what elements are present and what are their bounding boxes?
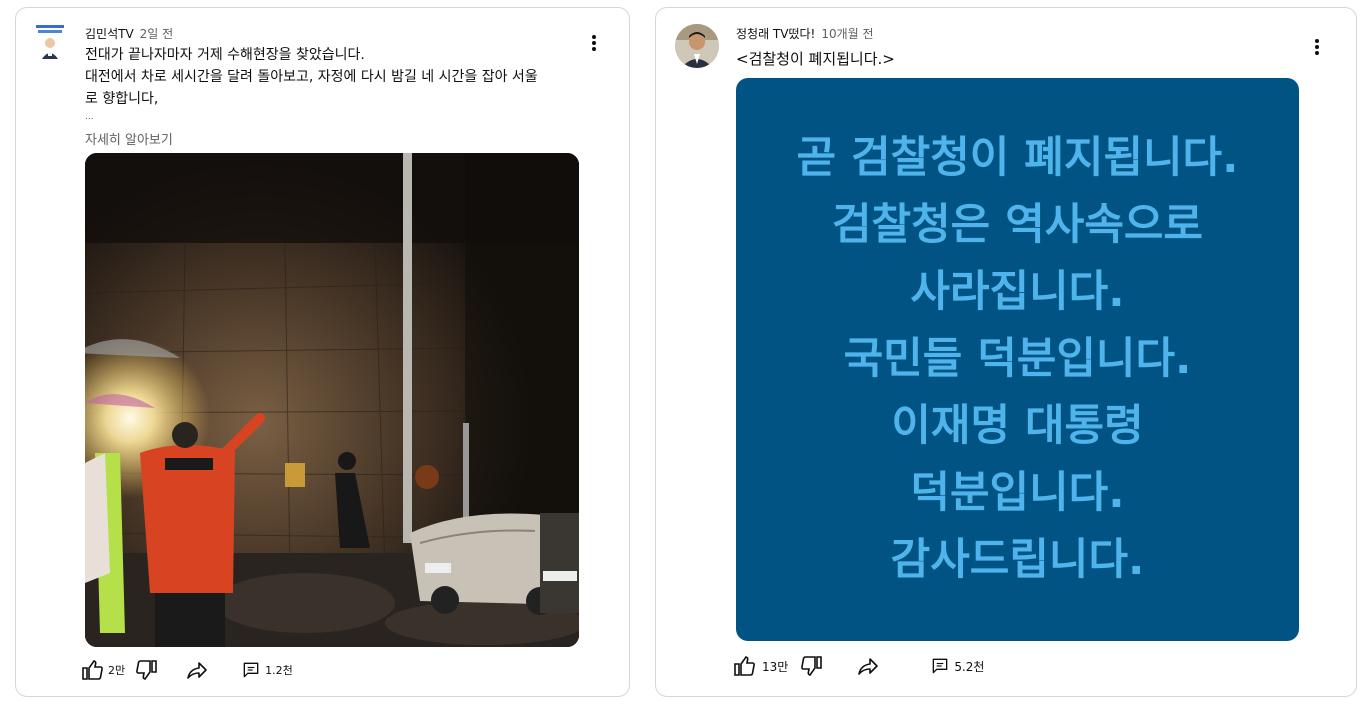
like-icon [734, 655, 755, 676]
share-button[interactable] [185, 658, 209, 682]
dislike-icon [136, 660, 157, 681]
like-count: 13만 [762, 659, 789, 674]
channel-avatar[interactable] [675, 24, 719, 68]
like-button[interactable]: 13만 [732, 654, 788, 678]
more-vert-icon[interactable] [1305, 35, 1329, 59]
channel-name[interactable]: 정청래 TV떴다! [736, 27, 815, 41]
image-text-line: 검찰청은 역사속으로 [831, 200, 1203, 250]
community-post-1: 김민석TV 2일 전 전대가 끝나자마자 거제 수해현장을 찾았습니다. 대전에서… [15, 7, 630, 697]
post-text-line: 전대가 끝나자마자 거제 수해현장을 찾았습니다. [85, 47, 365, 63]
post-text-ellipsis: ... [85, 112, 94, 122]
comment-count: 5.2천 [954, 659, 985, 674]
image-text-line: 사라집니다. [910, 267, 1125, 317]
community-post-2: 정청래 TV떴다! 10개월 전 <검찰청이 폐지됩니다.> 곧 검찰청이 폐지됩… [655, 7, 1357, 697]
like-button[interactable]: 2만 [80, 658, 125, 682]
comment-button[interactable]: 5.2천 [930, 656, 984, 676]
image-text-line: 덕분입니다. [910, 468, 1125, 518]
post-text: <검찰청이 폐지됩니다.> [736, 50, 895, 68]
like-icon [82, 659, 103, 680]
channel-avatar[interactable] [36, 23, 64, 59]
post-time[interactable]: 2일 전 [140, 27, 174, 41]
image-text-line: 감사드립니다. [890, 535, 1145, 585]
image-text-line: 국민들 덕분입니다. [843, 334, 1192, 384]
post-text-line: 대전에서 차로 세시간을 달려 돌아보고, 자정에 다시 밤길 네 시간을 잡아… [85, 69, 538, 85]
image-text-line: 곧 검찰청이 폐지됩니다. [796, 133, 1239, 183]
read-more-link[interactable]: 자세히 알아보기 [85, 129, 173, 148]
share-icon [187, 662, 207, 679]
post-text-line: 로 향합니다, [85, 91, 159, 107]
share-button[interactable] [856, 654, 880, 678]
comment-button[interactable]: 1.2천 [241, 660, 293, 680]
share-icon [858, 658, 879, 675]
post-time[interactable]: 10개월 전 [821, 27, 873, 41]
channel-name[interactable]: 김민석TV [85, 27, 134, 41]
dislike-button[interactable] [135, 658, 159, 682]
dislike-icon [801, 656, 823, 677]
post-image[interactable] [85, 153, 579, 647]
comment-icon [932, 658, 948, 674]
post-actions: 2만 1.2천 [80, 655, 293, 685]
more-vert-icon[interactable] [582, 31, 606, 55]
dislike-button[interactable] [800, 654, 824, 678]
comment-icon [243, 662, 259, 678]
post-actions: 13만 5.2천 [732, 651, 984, 681]
post-image[interactable]: 곧 검찰청이 폐지됩니다. 검찰청은 역사속으로 사라집니다. 국민들 덕분입니… [736, 78, 1299, 641]
image-text-line: 이재명 대통령 [891, 401, 1144, 451]
flood-scene-illustration [85, 153, 579, 647]
like-count: 2만 [108, 664, 126, 677]
comment-count: 1.2천 [265, 664, 293, 677]
